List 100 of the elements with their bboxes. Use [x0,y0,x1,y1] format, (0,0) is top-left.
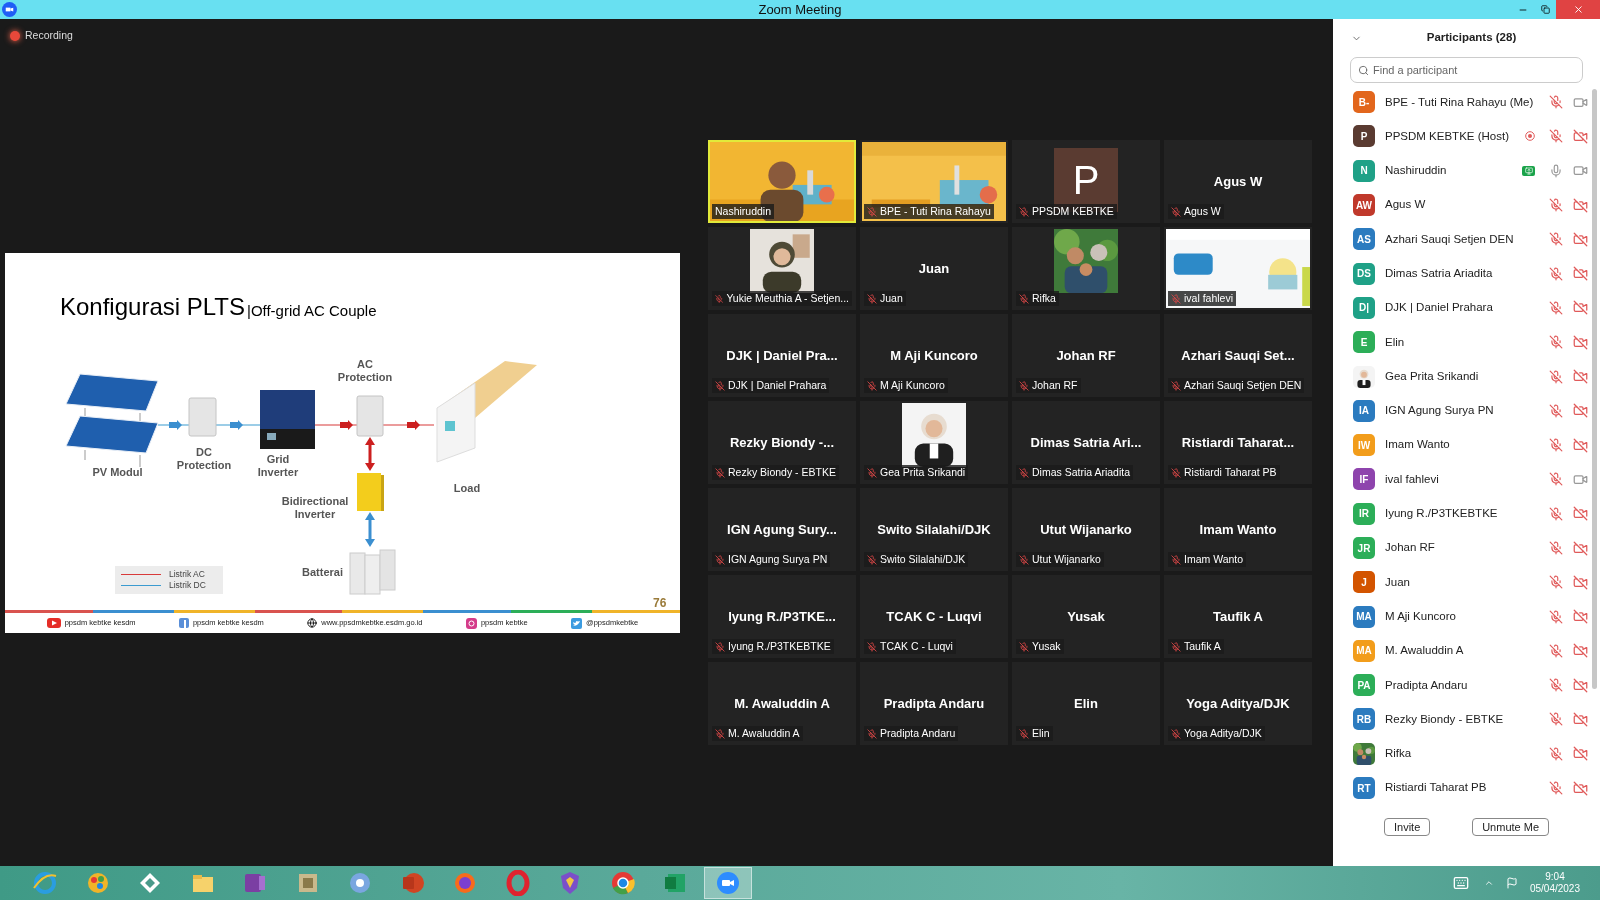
video-off-icon[interactable] [1573,231,1588,247]
muted-mic-icon[interactable] [1549,609,1563,624]
participant-row[interactable]: AS Azhari Sauqi Setjen DEN [1333,222,1600,257]
video-tile[interactable]: Iyung R./P3TKE... Iyung R./P3TKEBTKE [708,575,856,658]
video-tile[interactable]: Agus W Agus W [1164,140,1312,223]
video-off-icon[interactable] [1573,334,1588,350]
muted-mic-icon[interactable] [1549,643,1563,658]
video-tile[interactable]: IGN Agung Sury... IGN Agung Surya PN [708,488,856,571]
participant-row[interactable]: AW Agus W [1333,187,1600,223]
panel-button[interactable]: Unmute Me [1472,818,1550,836]
clock-date: 05/04/2023 [1529,883,1580,895]
video-tile[interactable]: Swito Silalahi/DJK Swito Silalahi/DJK [860,488,1008,571]
muted-mic-icon[interactable] [1549,678,1563,693]
video-tile[interactable]: Utut Wijanarko Utut Wijanarko [1012,488,1160,571]
video-off-icon[interactable] [1573,677,1588,693]
participant-row[interactable]: Gea Prita Srikandi [1333,359,1600,394]
muted-mic-icon[interactable] [1549,575,1563,590]
muted-mic-icon[interactable] [1549,232,1563,247]
participant-row[interactable]: IR Iyung R./P3TKEBTKE [1333,496,1600,531]
participant-row[interactable]: PA Pradipta Andaru [1333,668,1600,703]
participant-row[interactable]: DS Dimas Satria Ariadita [1333,256,1600,291]
search-field[interactable]: Find a participant [1350,57,1583,83]
video-tile[interactable]: Azhari Sauqi Set... Azhari Sauqi Setjen DEN [1164,314,1312,397]
video-tile[interactable]: BPE - Tuti Rina Rahayu [860,140,1008,223]
video-off-icon[interactable] [1573,369,1588,384]
participant-row[interactable]: IA IGN Agung Surya PN [1333,393,1600,428]
video-tile[interactable]: Gea Prita Srikandi [860,401,1008,484]
participant-row[interactable]: J Juan [1333,565,1600,600]
slide-subtitle: |Off-grid AC Couple [247,300,377,321]
video-off-icon[interactable] [1573,300,1588,316]
participant-row[interactable]: MA M. Awaluddin A [1333,633,1600,669]
scrollbar[interactable] [1592,89,1597,689]
video-tile[interactable]: P PPSDM KEBTKE [1012,140,1160,223]
video-tile[interactable]: Juan Juan [860,227,1008,310]
video-off-icon[interactable] [1573,712,1588,727]
participant-row[interactable]: B- BPE - Tuti Rina Rahayu (Me) [1333,85,1600,120]
video-off-icon[interactable] [1573,540,1588,556]
muted-mic-icon[interactable] [1549,335,1563,350]
participant-row[interactable]: E Elin [1333,325,1600,360]
video-off-icon[interactable] [1573,780,1588,796]
muted-mic-icon[interactable] [1549,198,1563,213]
video-off-icon[interactable] [1573,609,1588,625]
video-off-icon[interactable] [1573,128,1588,144]
flag-icon[interactable] [1505,877,1518,889]
video-tile[interactable]: Taufik A Taufik A [1164,575,1312,658]
muted-mic-icon[interactable] [1549,438,1563,453]
video-tile[interactable]: DJK | Daniel Pra... DJK | Daniel Prahara [708,314,856,397]
panel-button[interactable]: Invite [1383,818,1431,836]
muted-mic-icon[interactable] [1549,129,1563,144]
video-tile[interactable]: Imam Wanto Imam Wanto [1164,488,1312,571]
muted-mic-icon[interactable] [1549,472,1563,487]
video-tile[interactable]: Ristiardi Taharat... Ristiardi Taharat PB [1164,401,1312,484]
video-tile[interactable]: Yukie Meuthia A - Setjen... [708,227,856,310]
participant-row[interactable]: D| DJK | Daniel Prahara [1333,290,1600,326]
video-off-icon[interactable] [1573,746,1588,762]
participant-row[interactable]: Rifka [1333,736,1600,771]
participant-row[interactable]: RT Ristiardi Taharat PB [1333,770,1600,806]
participant-row[interactable]: MA M Aji Kuncoro [1333,599,1600,634]
video-tile[interactable]: ival fahlevi [1164,227,1312,310]
mic-icon[interactable] [1549,163,1563,178]
chevron-up-icon[interactable] [1483,878,1494,888]
participant-row[interactable]: P PPSDM KEBTKE (Host) [1333,119,1600,154]
video-off-icon[interactable] [1573,506,1588,522]
video-tile[interactable]: M. Awaluddin A M. Awaluddin A [708,662,856,745]
video-tile[interactable]: Rezky Biondy -... Rezky Biondy - EBTKE [708,401,856,484]
video-off-icon[interactable] [1573,574,1588,590]
muted-mic-icon[interactable] [1549,369,1563,384]
muted-mic-icon[interactable] [1549,300,1563,315]
muted-mic-icon[interactable] [1549,506,1563,521]
play-icon [46,618,61,628]
muted-mic-icon[interactable] [1549,746,1563,761]
video-tile[interactable]: Pradipta Andaru Pradipta Andaru [860,662,1008,745]
muted-mic-icon[interactable] [1549,781,1563,796]
muted-mic-icon[interactable] [1549,541,1563,555]
video-tile[interactable]: TCAK C - Luqvi TCAK C - Luqvi [860,575,1008,658]
video-off-icon[interactable] [1573,643,1588,659]
video-tile[interactable]: Yusak Yusak [1012,575,1160,658]
participant-row[interactable]: RB Rezky Biondy - EBTKE [1333,702,1600,737]
video-tile[interactable]: Dimas Satria Ari... Dimas Satria Ariadita [1012,401,1160,484]
video-tile[interactable]: Elin Elin [1012,662,1160,745]
muted-mic-icon[interactable] [1549,403,1563,418]
video-tile[interactable]: Rifka [1012,227,1160,310]
muted-mic-icon[interactable] [1549,266,1563,281]
video-tile[interactable]: M Aji Kuncoro M Aji Kuncoro [860,314,1008,397]
taskbar-app[interactable] [703,867,752,899]
video-off-icon[interactable] [1573,403,1588,419]
video-tile[interactable]: Nashiruddin [708,140,856,223]
participant-name-title: IGN Agung Sury... [726,521,838,539]
video-off-icon[interactable] [1573,437,1588,453]
participant-row[interactable]: IF ival fahlevi [1333,462,1600,497]
participant-name: IGN Agung Surya PN [1385,403,1495,419]
video-off-icon[interactable] [1573,266,1588,282]
muted-mic-icon[interactable] [1549,712,1563,727]
participant-row[interactable]: JR Johan RF [1333,530,1600,566]
video-off-icon[interactable] [1573,197,1588,213]
participant-row[interactable]: IW Imam Wanto [1333,427,1600,463]
video-tile[interactable]: Johan RF Johan RF [1012,314,1160,397]
participant-row[interactable]: N Nashiruddin [1333,153,1600,188]
muted-mic-icon[interactable] [1549,95,1563,110]
video-tile[interactable]: Yoga Aditya/DJK Yoga Aditya/DJK [1164,662,1312,745]
